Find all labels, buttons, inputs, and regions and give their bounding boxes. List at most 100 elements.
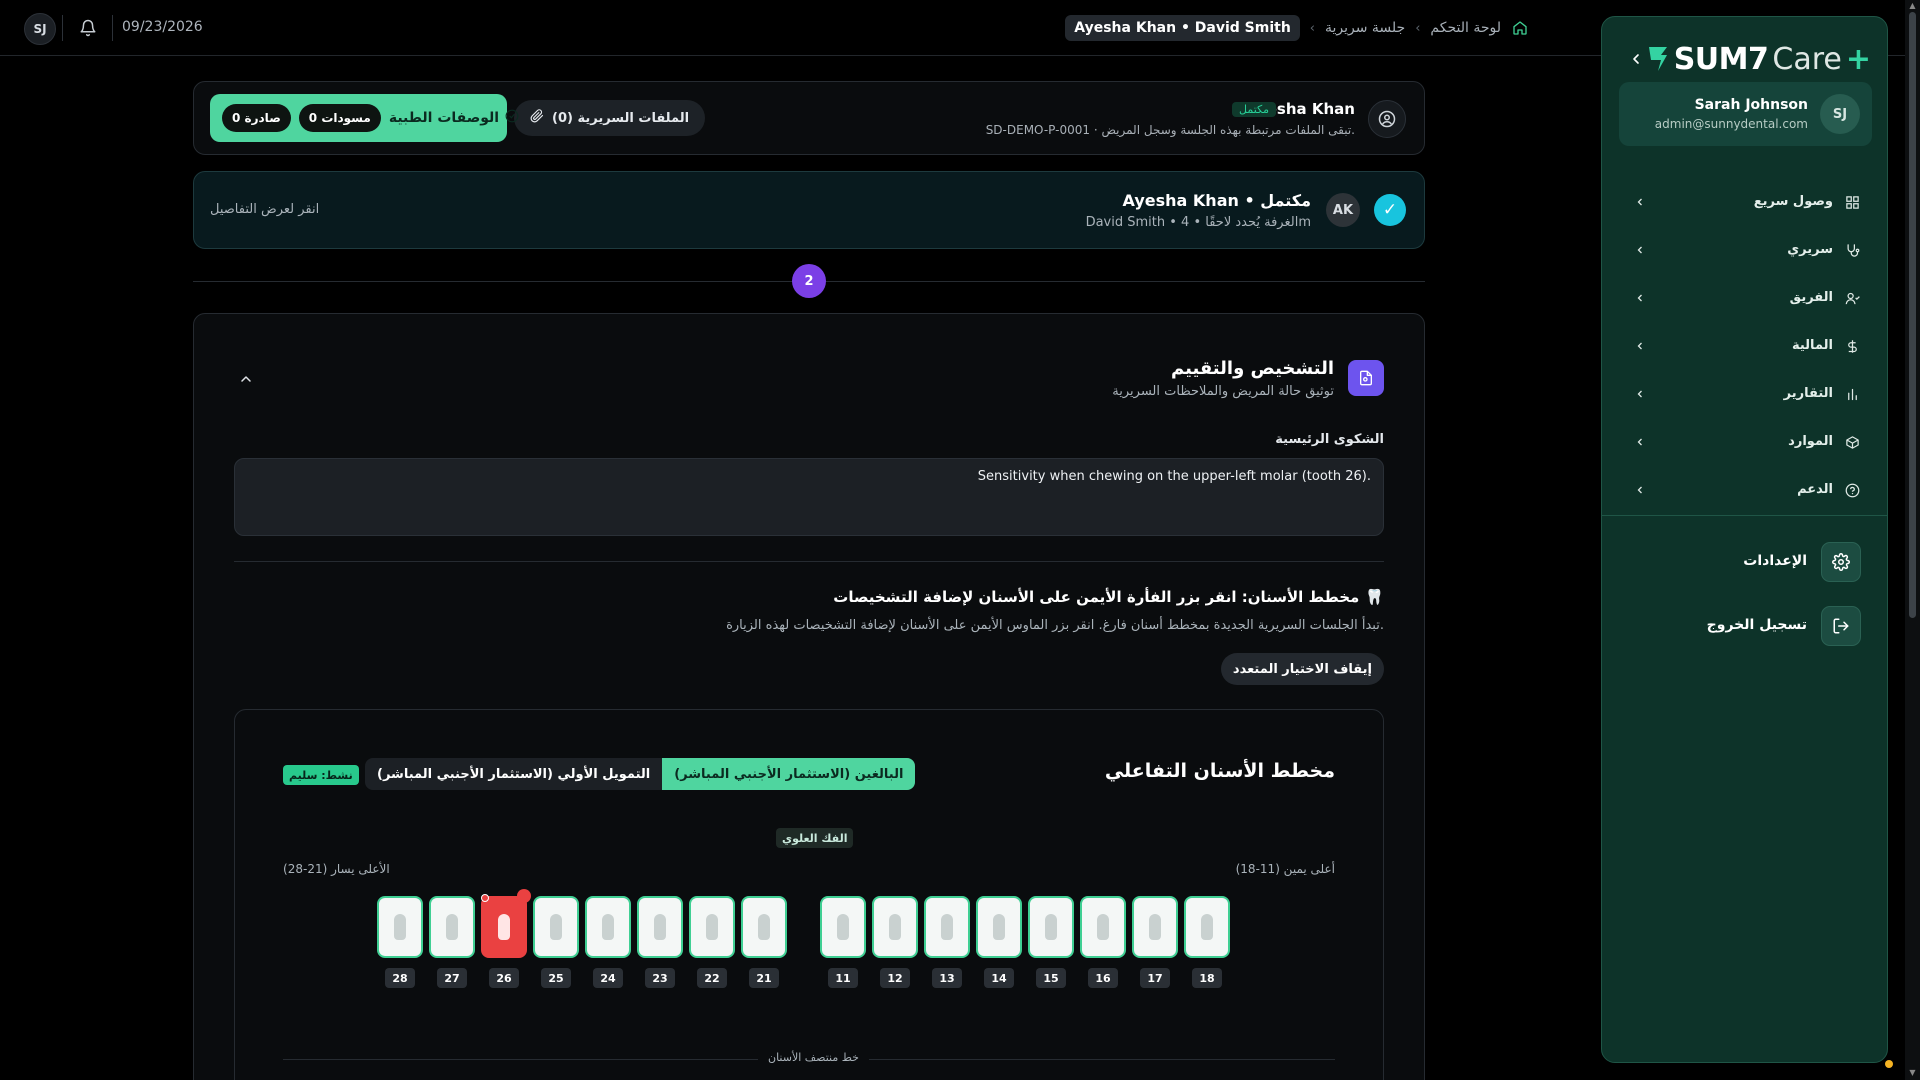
tooth-number-label: 26 xyxy=(489,968,519,988)
user-email: admin@sunnydental.com xyxy=(1654,117,1808,131)
user-card[interactable]: SJ Sarah Johnson admin@sunnydental.com xyxy=(1619,82,1872,146)
tooth-15[interactable] xyxy=(1028,896,1074,958)
upper-right-label: أعلى يمين (11-18) xyxy=(1235,862,1335,876)
tooth-22[interactable] xyxy=(689,896,735,958)
help-icon xyxy=(1843,481,1861,499)
sidebar-item-clinical[interactable]: سريري xyxy=(1602,234,1887,266)
tooth-13[interactable] xyxy=(924,896,970,958)
sidebar-item-resources[interactable]: الموارد xyxy=(1602,426,1887,458)
sidebar-item-support[interactable]: الدعم xyxy=(1602,474,1887,506)
prescriptions-group[interactable]: 0 صادرة 0 مسودات الوصفات الطبية xyxy=(210,94,519,142)
tooth-24[interactable] xyxy=(585,896,631,958)
patient-card: Ayesha Khan مكتمل SD-DEMO-P-0001 · تبقى … xyxy=(193,81,1425,155)
tooth-icon: 🦷 xyxy=(1365,588,1384,606)
tooth-25[interactable] xyxy=(533,896,579,958)
user-circle-icon xyxy=(1368,100,1406,138)
chief-complaint-label: الشكوى الرئيسية xyxy=(1275,432,1384,447)
tooth-14[interactable] xyxy=(976,896,1022,958)
paperclip-icon xyxy=(530,109,544,127)
tooth-23[interactable] xyxy=(637,896,683,958)
tooth-21[interactable] xyxy=(741,896,787,958)
gear-icon xyxy=(1821,542,1861,582)
sidebar-item-finance[interactable]: المالية xyxy=(1602,330,1887,362)
tooth-icon xyxy=(706,914,718,940)
tooth-26[interactable] xyxy=(481,889,531,958)
chevron-left-icon: ‹ xyxy=(1415,20,1421,36)
stop-multi-select-button[interactable]: إيقاف الاختيار المتعدد xyxy=(1220,653,1384,685)
logout-button[interactable]: تسجيل الخروج xyxy=(1661,606,1861,646)
tooth-28[interactable] xyxy=(377,896,423,958)
breadcrumb-dashboard[interactable]: لوحة التحكم xyxy=(1430,20,1501,36)
tooth-number-label: 25 xyxy=(541,968,571,988)
document-icon xyxy=(1348,360,1384,396)
sidebar-item-label: سريري xyxy=(1787,242,1833,257)
tooth-icon xyxy=(602,914,614,940)
tooth-icon xyxy=(1097,914,1109,940)
settings-label: الإعدادات xyxy=(1743,553,1807,569)
tooth-16[interactable] xyxy=(1080,896,1126,958)
sidebar-item-team[interactable]: الفريق xyxy=(1602,282,1887,314)
sidebar-item-reports[interactable]: التقارير xyxy=(1602,378,1887,410)
tooth-number-label: 17 xyxy=(1140,968,1170,988)
settings-button[interactable]: الإعدادات xyxy=(1661,542,1861,582)
section-title: التشخيص والتقييم xyxy=(1171,358,1334,379)
session-summary-card[interactable]: ✓ AK Ayesha Khan • مكتمل David Smith • ا… xyxy=(193,171,1425,249)
logout-icon xyxy=(1821,606,1861,646)
chevron-left-icon[interactable] xyxy=(1624,47,1648,71)
bell-icon[interactable] xyxy=(76,16,100,40)
tooth-12[interactable] xyxy=(872,896,918,958)
divider xyxy=(62,15,63,41)
chevron-up-icon[interactable] xyxy=(236,369,256,389)
scrollbar-thumb[interactable] xyxy=(1909,12,1916,618)
sidebar-item-label: الفريق xyxy=(1789,290,1833,305)
sidebar-item-label: الموارد xyxy=(1788,434,1833,449)
sidebar-item-quick-access[interactable]: وصول سريع xyxy=(1602,186,1887,218)
tab-adult[interactable]: البالغين (الاستثمار الأجنبي المباشر) xyxy=(662,758,916,790)
divider xyxy=(112,15,113,41)
user-avatar[interactable]: SJ xyxy=(24,13,56,45)
bar-chart-icon xyxy=(1843,385,1861,403)
breadcrumb-current: Ayesha Khan • David Smith xyxy=(1065,15,1300,41)
tooth-17[interactable] xyxy=(1132,896,1178,958)
logo-mark-icon xyxy=(1646,43,1670,75)
scroll-down-icon[interactable]: ▼ xyxy=(1908,1069,1917,1077)
check-icon: ✓ xyxy=(1374,194,1406,226)
tooth-number-label: 13 xyxy=(932,968,962,988)
breadcrumb-clinical-session[interactable]: جلسة سريرية xyxy=(1325,20,1405,36)
home-icon[interactable] xyxy=(1511,19,1529,37)
chevron-left-icon xyxy=(1632,290,1648,306)
tooth-number-label: 28 xyxy=(385,968,415,988)
check-circle-icon xyxy=(505,109,519,127)
breadcrumb: لوحة التحكم ‹ جلسة سريرية ‹ Ayesha Khan … xyxy=(1065,14,1529,42)
sidebar: SUM7 Care + SJ Sarah Johnson admin@sunny… xyxy=(1601,16,1888,1063)
tooth-icon xyxy=(654,914,666,940)
view-details-hint[interactable]: انقر لعرض التفاصيل xyxy=(210,202,319,217)
divider xyxy=(1602,515,1887,516)
tooth-number-label: 15 xyxy=(1036,968,1066,988)
session-title: Ayesha Khan • مكتمل xyxy=(1122,191,1311,210)
chevron-left-icon xyxy=(1632,194,1648,210)
chief-complaint-field[interactable] xyxy=(234,458,1384,536)
sidebar-item-label: المالية xyxy=(1791,338,1833,353)
sidebar-item-label: وصول سريع xyxy=(1753,194,1833,209)
tooth-chart-instructions: تبدأ الجلسات السريرية الجديدة بمخطط أسنا… xyxy=(726,618,1384,633)
tooth-icon xyxy=(889,914,901,940)
tooth-11[interactable] xyxy=(820,896,866,958)
logout-label: تسجيل الخروج xyxy=(1706,617,1807,633)
tooth-number-label: 21 xyxy=(749,968,779,988)
tooth-icon xyxy=(498,914,510,940)
logo-plus: + xyxy=(1845,41,1871,77)
tooth-icon xyxy=(550,914,562,940)
users-icon xyxy=(1843,289,1861,307)
upper-left-label: الأعلى يسار (21-28) xyxy=(283,862,390,876)
scrollbar[interactable]: ▲ ▼ xyxy=(1905,0,1920,1080)
tab-primary[interactable]: التمويل الأولي (الاستثمار الأجنبي المباش… xyxy=(365,758,662,790)
scroll-up-icon[interactable]: ▲ xyxy=(1908,2,1917,10)
tooth-18[interactable] xyxy=(1184,896,1230,958)
clinical-files-button[interactable]: الملفات السريرية (0) xyxy=(514,100,706,136)
tooth-icon xyxy=(837,914,849,940)
tooth-27[interactable] xyxy=(429,896,475,958)
box-icon xyxy=(1843,433,1861,451)
grid-icon xyxy=(1843,193,1861,211)
diagnosis-card: التشخيص والتقييم توثيق حالة المريض والمل… xyxy=(193,313,1425,1080)
